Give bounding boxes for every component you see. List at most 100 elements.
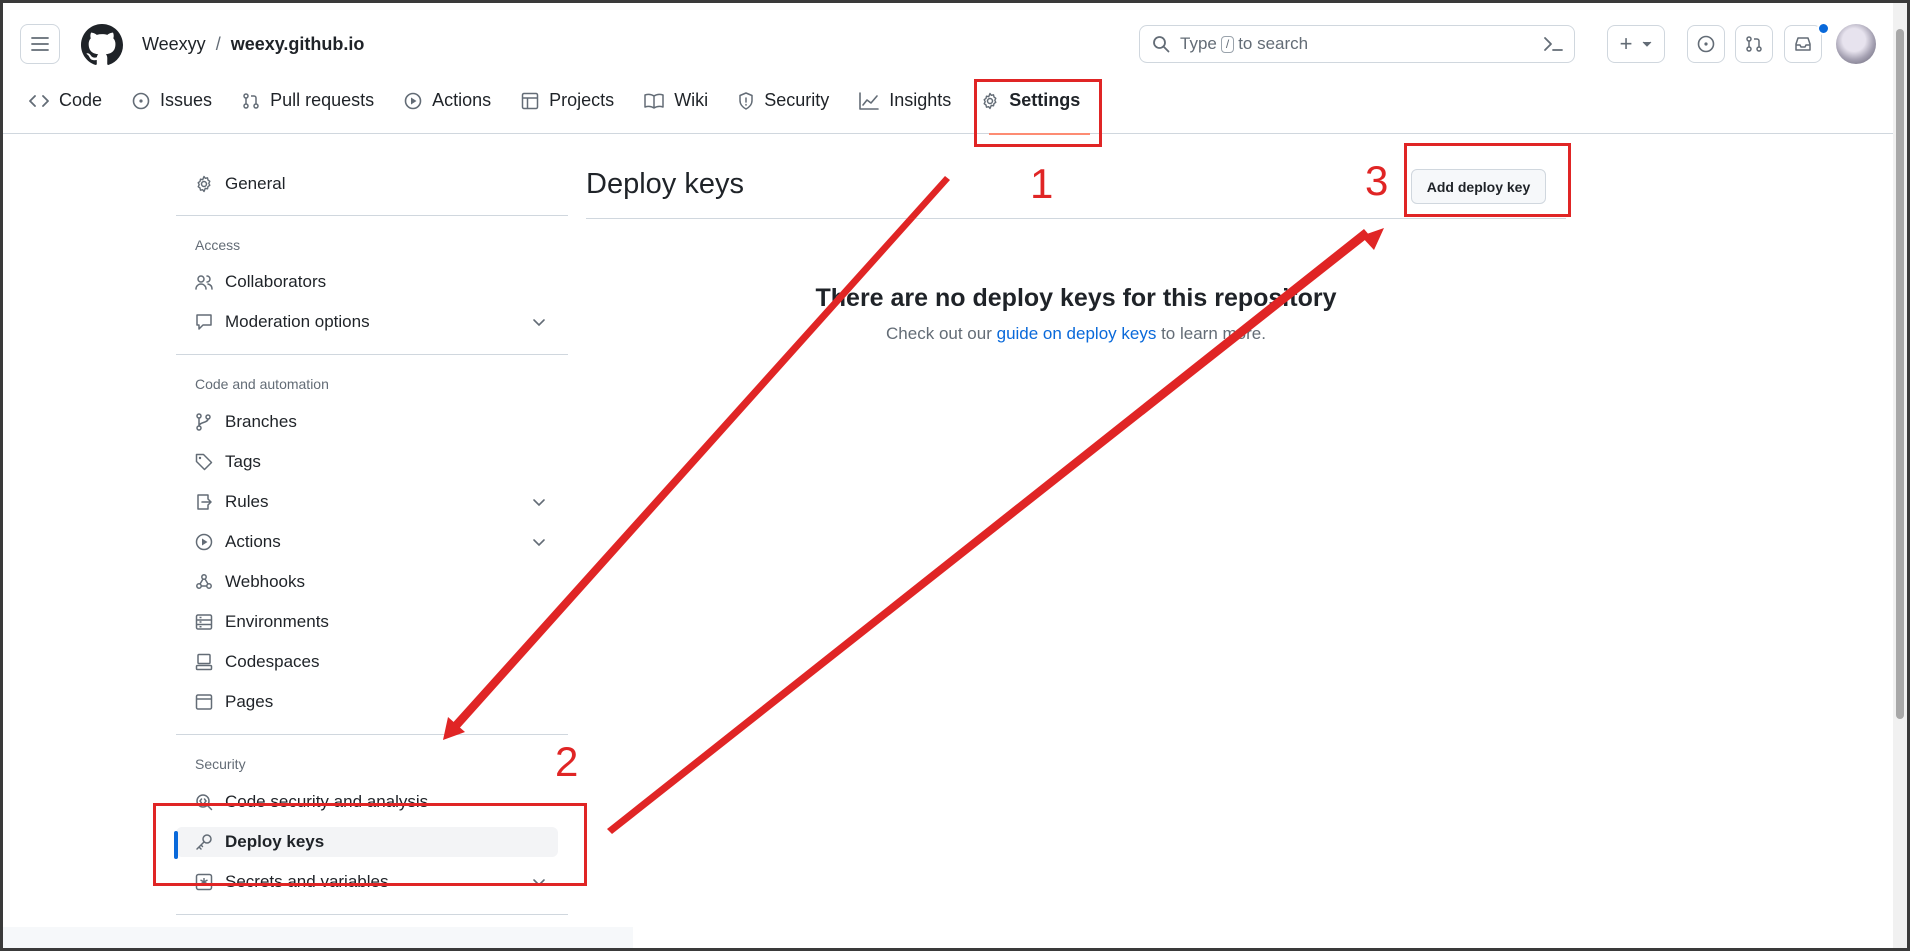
breadcrumb-separator: / <box>215 34 221 54</box>
repo-link[interactable]: weexy.github.io <box>231 34 365 54</box>
issues-button[interactable] <box>1687 25 1725 63</box>
codespaces-icon <box>195 653 213 671</box>
arrowhead-up-icon <box>1361 228 1384 250</box>
empty-state-text: to learn more. <box>1161 324 1266 343</box>
search-placeholder-suffix: to search <box>1238 34 1309 53</box>
play-icon <box>195 533 213 551</box>
webhook-icon <box>196 574 212 589</box>
sidebar-item-actions[interactable]: Actions <box>176 527 568 557</box>
search-icon <box>1153 36 1170 53</box>
search-placeholder-prefix: Type <box>1180 34 1217 53</box>
chevron-down-icon <box>533 499 545 507</box>
branch-icon <box>196 413 211 431</box>
sidebar-item-label: Webhooks <box>225 572 306 591</box>
sidebar-item-label: Collaborators <box>225 272 327 291</box>
tab-label: Code <box>59 90 103 110</box>
issue-icon <box>132 92 150 109</box>
search-input[interactable]: Type / to search <box>1139 25 1575 63</box>
step-number-3: 3 <box>1365 157 1389 204</box>
sidebar-item-moderation[interactable]: Moderation options <box>176 307 568 337</box>
play-icon <box>404 92 422 109</box>
sidebar-item-pages[interactable]: Pages <box>176 687 568 717</box>
sidebar-item-label: Environments <box>225 612 329 631</box>
plus-icon: + <box>1619 31 1633 56</box>
chevron-down-icon <box>533 319 545 327</box>
tab-projects[interactable]: Projects <box>521 90 614 111</box>
pull-request-icon <box>243 92 259 109</box>
sidebar-item-label: Moderation options <box>225 312 370 331</box>
tab-pull-requests[interactable]: Pull requests <box>242 90 374 111</box>
sidebar-item-label: Branches <box>225 412 297 431</box>
tab-label: Projects <box>549 90 615 110</box>
tab-label: Insights <box>889 90 952 110</box>
hamburger-icon <box>31 37 49 51</box>
arrowhead-down-icon <box>443 717 465 740</box>
sidebar-item-collaborators[interactable]: Collaborators <box>176 267 568 297</box>
repo-tabs: Code Issues Pull requests Actions Projec… <box>29 90 1110 111</box>
sidebar-divider <box>176 734 568 735</box>
table-icon <box>521 92 539 109</box>
sidebar-item-label: Codespaces <box>225 652 320 671</box>
shield-icon <box>739 91 753 110</box>
github-logo-icon[interactable] <box>81 24 123 66</box>
sidebar-divider <box>176 354 568 355</box>
step-number-1: 1 <box>1030 160 1054 207</box>
gear-icon <box>197 175 211 193</box>
tab-label: Wiki <box>674 90 709 110</box>
inbox-icon <box>1795 37 1811 51</box>
owner-link[interactable]: Weexyy <box>142 34 206 54</box>
sidebar-item-label: Pages <box>225 692 274 711</box>
sidebar-divider <box>176 215 568 216</box>
tab-wiki[interactable]: Wiki <box>644 90 708 111</box>
sidebar-item-general[interactable]: General <box>176 169 568 199</box>
menu-button[interactable] <box>20 24 60 64</box>
tag-icon <box>195 453 213 471</box>
browser-icon <box>195 694 213 710</box>
avatar[interactable] <box>1836 24 1876 64</box>
pull-requests-button[interactable] <box>1735 25 1773 63</box>
repo-push-icon <box>197 494 212 510</box>
sidebar-divider <box>176 914 568 915</box>
tab-insights[interactable]: Insights <box>859 90 951 111</box>
pull-request-icon <box>1746 36 1762 52</box>
command-palette-icon[interactable] <box>1542 34 1564 54</box>
sidebar-item-webhooks[interactable]: Webhooks <box>176 567 568 597</box>
book-icon <box>644 93 664 109</box>
annotation-box-deploy-keys <box>153 803 587 886</box>
create-new-button[interactable]: + <box>1607 25 1665 63</box>
tab-issues[interactable]: Issues <box>132 90 212 111</box>
sidebar-item-label: Actions <box>225 532 281 551</box>
inbox-button[interactable] <box>1784 25 1822 63</box>
sidebar-heading-code-automation: Code and automation <box>195 376 329 392</box>
tab-actions[interactable]: Actions <box>404 90 491 111</box>
breadcrumb: Weexyy / weexy.github.io <box>142 34 364 55</box>
sidebar-item-rules[interactable]: Rules <box>176 487 568 517</box>
sidebar-heading-access: Access <box>195 237 241 253</box>
annotation-box-add-key <box>1404 143 1571 217</box>
sidebar-item-label: Rules <box>225 492 269 511</box>
sidebar-item-label: Tags <box>225 452 261 471</box>
sidebar-item-branches[interactable]: Branches <box>176 407 568 437</box>
tab-label: Actions <box>432 90 492 110</box>
deploy-keys-guide-link[interactable]: guide on deploy keys <box>997 324 1157 343</box>
search-shortcut-key: / <box>1220 35 1235 53</box>
title-divider <box>586 218 1566 219</box>
comment-icon <box>196 314 212 330</box>
tab-label: Issues <box>160 90 213 110</box>
sidebar-item-environments[interactable]: Environments <box>176 607 568 637</box>
step-number-2: 2 <box>555 738 579 785</box>
scrollbar-thumb[interactable] <box>1896 29 1904 719</box>
server-icon <box>195 614 213 630</box>
annotation-box-settings <box>974 79 1102 147</box>
vertical-scrollbar[interactable] <box>1893 3 1907 948</box>
page-title: Deploy keys <box>586 168 744 200</box>
empty-state-text: Check out our <box>886 324 992 343</box>
chevron-down-icon <box>533 539 545 547</box>
issue-icon <box>1697 35 1715 53</box>
sidebar-item-codespaces[interactable]: Codespaces <box>176 647 568 677</box>
tab-security[interactable]: Security <box>738 90 829 111</box>
tab-code[interactable]: Code <box>29 90 102 111</box>
code-icon <box>29 94 49 107</box>
people-icon <box>195 275 213 290</box>
sidebar-item-tags[interactable]: Tags <box>176 447 568 477</box>
